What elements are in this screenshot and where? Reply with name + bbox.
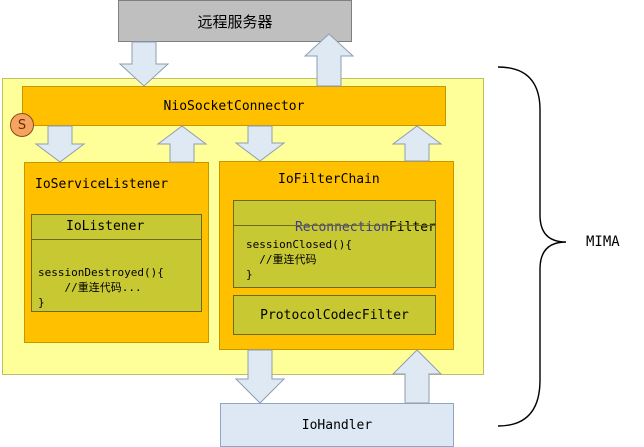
arrow-service-listener-to-connector bbox=[156, 125, 208, 163]
arrow-filter-chain-to-handler bbox=[234, 349, 286, 404]
mima-label: MIMA bbox=[586, 234, 620, 250]
arrow-server-to-connector bbox=[118, 41, 170, 87]
arrow-handler-to-filter-chain bbox=[391, 349, 443, 404]
mima-brace bbox=[497, 66, 567, 427]
arrow-connector-to-filter-chain bbox=[234, 125, 286, 162]
mima-architecture-diagram: 远程服务器 NioSocketConnector S IoServiceList… bbox=[0, 0, 644, 447]
arrow-connector-to-service-listener bbox=[34, 125, 86, 163]
arrow-filter-chain-to-connector bbox=[391, 125, 443, 162]
connector-arrows bbox=[34, 33, 567, 427]
arrow-connector-to-server bbox=[303, 33, 355, 87]
